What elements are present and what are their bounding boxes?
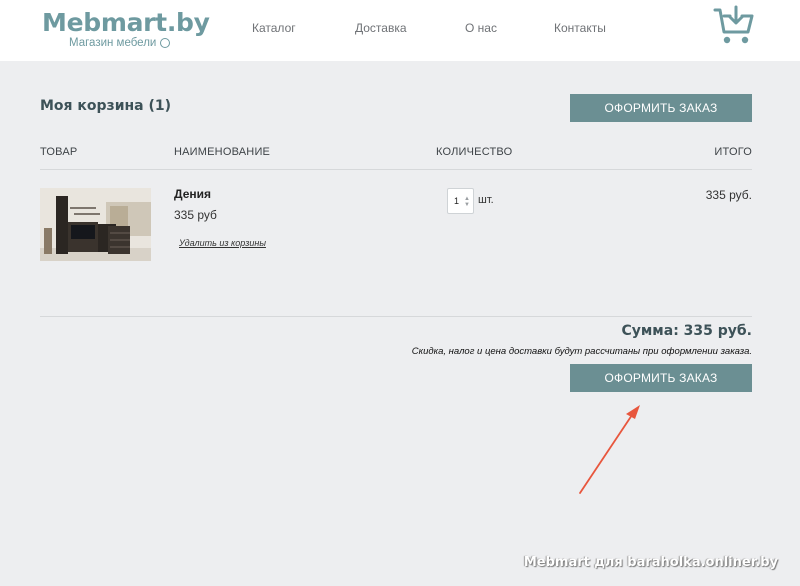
column-header-product: ТОВАР [40, 146, 78, 158]
spinner-arrows-icon[interactable]: ▲ ▼ [464, 196, 470, 208]
nav-about[interactable]: О нас [465, 21, 497, 35]
logo-mark-icon [160, 38, 171, 48]
checkout-note: Скидка, налог и цена доставки будут расс… [411, 346, 752, 357]
column-header-total: ИТОГО [714, 146, 752, 158]
checkout-button-bottom[interactable]: ОФОРМИТЬ ЗАКАЗ [570, 364, 752, 392]
column-header-name: НАИМЕНОВАНИЕ [174, 146, 271, 158]
quantity-value: 1 [454, 196, 460, 206]
product-image[interactable] [40, 188, 151, 261]
quantity-unit: шт. [478, 194, 494, 206]
cart-sum: Сумма: 335 руб. [621, 323, 752, 339]
remove-from-cart-link[interactable]: Удалить из корзины [179, 238, 266, 248]
annotation-arrow-icon [579, 405, 640, 494]
site-header: Mebmart.by Магазин мебели Каталог Достав… [0, 0, 800, 61]
cart-title: Моя корзина (1) [40, 98, 172, 114]
table-divider [40, 169, 752, 170]
quantity-stepper[interactable]: 1 ▲ ▼ [447, 188, 474, 214]
nav-delivery[interactable]: Доставка [355, 21, 407, 35]
logo-title: Mebmart.by [42, 8, 210, 37]
watermark: Mebmart для baraholka.onliner.by [523, 555, 778, 570]
furniture-image [40, 188, 151, 261]
column-header-quantity: КОЛИЧЕСТВО [436, 146, 513, 158]
product-price: 335 руб [174, 208, 217, 222]
nav-contacts[interactable]: Контакты [554, 21, 606, 35]
logo-subtitle-text: Магазин мебели [69, 37, 157, 49]
summary-divider [40, 316, 752, 317]
product-name[interactable]: Дения [174, 187, 211, 201]
checkout-button-top[interactable]: ОФОРМИТЬ ЗАКАЗ [570, 94, 752, 122]
logo[interactable]: Mebmart.by Магазин мебели [42, 8, 210, 50]
nav-catalog[interactable]: Каталог [252, 21, 296, 35]
line-total: 335 руб. [705, 188, 752, 202]
logo-subtitle: Магазин мебели [69, 37, 171, 49]
cart-download-icon[interactable] [712, 4, 756, 46]
